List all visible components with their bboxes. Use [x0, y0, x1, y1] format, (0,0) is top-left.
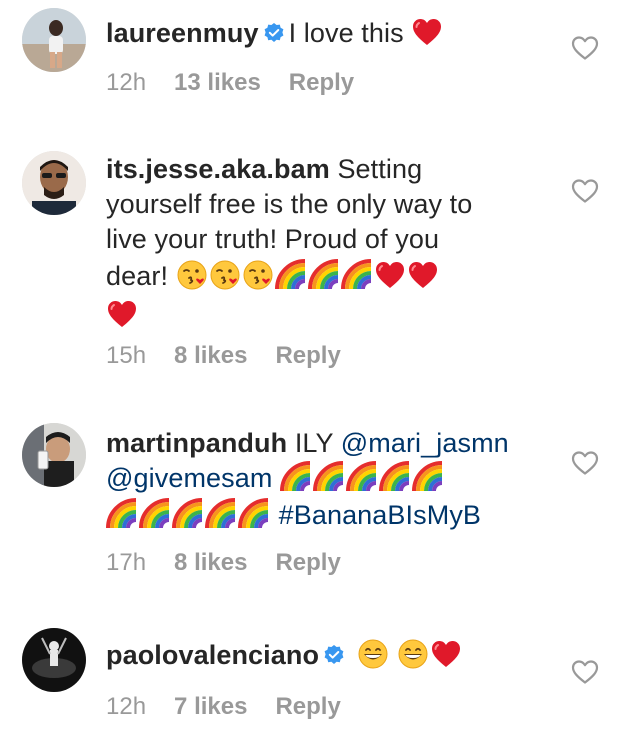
username[interactable]: martinpanduh [106, 428, 287, 458]
comment-body: paolovalenciano [106, 638, 546, 673]
comment-item: laureenmuy I love this 12h 13 likes Reply [0, 0, 639, 110]
comment-text: I love this [288, 18, 412, 48]
rainbow-emoji [139, 498, 171, 530]
reply-button[interactable]: Reply [275, 549, 340, 576]
face-blowing-kiss-emoji [176, 259, 208, 291]
comment-body: laureenmuy I love this [106, 16, 546, 51]
comment-text-line: dear! [106, 261, 176, 291]
like-heart-icon[interactable] [571, 35, 599, 61]
likes-count[interactable]: 8 likes [174, 549, 247, 576]
comment-meta: 12h 7 likes Reply [106, 693, 369, 721]
mention-link[interactable]: @mari_jasmn [341, 428, 509, 458]
rainbow-emoji [280, 461, 312, 493]
verified-badge-icon [323, 644, 345, 666]
red-heart-emoji [374, 259, 406, 291]
rainbow-emoji [379, 461, 411, 493]
username[interactable]: its.jesse.aka.bam [106, 154, 330, 184]
verified-badge-icon [263, 22, 285, 44]
face-blowing-kiss-emoji [209, 259, 241, 291]
grinning-face-emoji [397, 638, 429, 670]
comment-text-line: Setting [337, 154, 423, 184]
red-heart-emoji [430, 638, 462, 670]
red-heart-emoji [411, 16, 443, 48]
red-heart-emoji [106, 298, 138, 330]
avatar[interactable] [22, 628, 86, 692]
comment-meta: 12h 13 likes Reply [106, 69, 382, 97]
like-heart-icon[interactable] [571, 178, 599, 204]
timestamp: 17h [106, 549, 147, 576]
comment-text-line: live your truth! Proud of you [106, 224, 440, 254]
face-blowing-kiss-emoji [242, 259, 274, 291]
timestamp: 12h [106, 693, 147, 720]
timestamp: 15h [106, 342, 147, 369]
username[interactable]: laureenmuy [106, 18, 259, 48]
rainbow-emoji [205, 498, 237, 530]
comment-item: martinpanduh ILY @mari_jasmn @givemesam … [0, 420, 639, 590]
timestamp: 12h [106, 69, 147, 96]
reply-button[interactable]: Reply [275, 693, 340, 720]
rainbow-emoji [172, 498, 204, 530]
hashtag-link[interactable]: #BananaBIsMyB [279, 500, 481, 530]
rainbow-emoji [106, 498, 138, 530]
reply-button[interactable]: Reply [275, 342, 340, 369]
reply-button[interactable]: Reply [289, 69, 354, 96]
mention-link[interactable]: @givemesam [106, 463, 272, 493]
grinning-face-emoji [357, 638, 389, 670]
rainbow-emoji [275, 259, 307, 291]
avatar[interactable] [22, 423, 86, 487]
avatar[interactable] [22, 151, 86, 215]
rainbow-emoji [308, 259, 340, 291]
comment-text: ILY [294, 428, 341, 458]
rainbow-emoji [341, 259, 373, 291]
username[interactable]: paolovalenciano [106, 640, 319, 670]
comment-body: its.jesse.aka.bam Setting yourself free … [106, 152, 546, 333]
comment-item: its.jesse.aka.bam Setting yourself free … [0, 140, 639, 390]
rainbow-emoji [238, 498, 270, 530]
likes-count[interactable]: 8 likes [174, 342, 247, 369]
rainbow-emoji [346, 461, 378, 493]
likes-count[interactable]: 7 likes [174, 693, 247, 720]
rainbow-emoji [412, 461, 444, 493]
comment-text-line: yourself free is the only way to [106, 189, 473, 219]
rainbow-emoji [313, 461, 345, 493]
comment-item: paolovalenciano 12h 7 likes Reply [0, 625, 639, 746]
avatar[interactable] [22, 8, 86, 72]
red-heart-emoji [407, 259, 439, 291]
comment-body: martinpanduh ILY @mari_jasmn @givemesam … [106, 426, 546, 533]
like-heart-icon[interactable] [571, 450, 599, 476]
comment-meta: 15h 8 likes Reply [106, 342, 369, 370]
comment-meta: 17h 8 likes Reply [106, 549, 369, 577]
likes-count[interactable]: 13 likes [174, 69, 261, 96]
like-heart-icon[interactable] [571, 659, 599, 685]
